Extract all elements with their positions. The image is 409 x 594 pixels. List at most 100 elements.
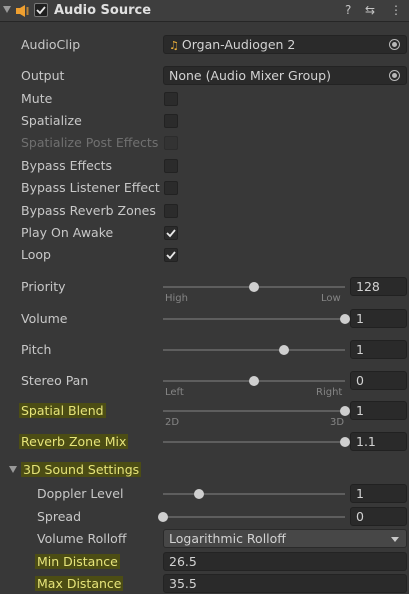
spread-slider-knob[interactable] xyxy=(158,512,168,522)
pitch-value-field[interactable]: 1 xyxy=(350,340,407,359)
toggle-row-loop: Loop xyxy=(0,245,409,265)
spatialize-post-effects-label: Spatialize Post Effects xyxy=(21,135,159,150)
bypass-effects-checkbox[interactable] xyxy=(164,159,178,173)
bypass-listener-effect-label: Bypass Listener Effect xyxy=(21,180,160,195)
toggle-row-bypass-reverb: Bypass Reverb Zones xyxy=(0,201,409,221)
pitch-slider-knob[interactable] xyxy=(279,345,290,355)
spatial-blend-label: Spatial Blend xyxy=(19,403,106,418)
presets-icon[interactable]: ⇆ xyxy=(365,3,375,17)
volume-label: Volume xyxy=(21,311,68,326)
volume-rolloff-label: Volume Rolloff xyxy=(37,531,127,546)
spatial-blend-row: Spatial Blend 2D 3D 1 xyxy=(0,401,409,431)
output-field[interactable]: None (Audio Mixer Group) xyxy=(163,66,407,85)
component-enabled-checkbox[interactable] xyxy=(34,3,48,17)
play-on-awake-checkbox[interactable] xyxy=(164,226,178,240)
toggle-row-mute: Mute xyxy=(0,89,409,109)
doppler-level-slider-knob[interactable] xyxy=(194,489,205,499)
min-distance-row: Min Distance 26.5 xyxy=(0,552,409,572)
priority-value-field[interactable]: 128 xyxy=(350,277,407,296)
spatialize-label: Spatialize xyxy=(21,113,82,128)
play-on-awake-label: Play On Awake xyxy=(21,225,114,240)
reverb-zone-mix-value-field[interactable]: 1.1 xyxy=(350,432,407,451)
stereo-pan-row: Stereo Pan Left Right 0 xyxy=(0,371,409,401)
pitch-label: Pitch xyxy=(21,342,52,357)
audioclip-field[interactable]: ♫ Organ-Audiogen 2 xyxy=(163,35,407,54)
foldout-arrow-icon[interactable] xyxy=(3,6,11,13)
checkmark-icon xyxy=(166,251,176,260)
bypass-listener-effect-checkbox[interactable] xyxy=(164,181,178,195)
component-header[interactable]: Audio Source ? ⇆ ⋮ xyxy=(0,0,409,22)
loop-label: Loop xyxy=(21,247,51,262)
reverb-zone-mix-slider-track[interactable] xyxy=(163,437,350,447)
volume-slider-track[interactable] xyxy=(163,314,350,324)
output-label: Output xyxy=(21,68,65,83)
chevron-down-icon xyxy=(391,537,399,542)
help-icon[interactable]: ? xyxy=(345,3,351,17)
priority-row: Priority High Low 128 xyxy=(0,277,409,307)
min-distance-field[interactable]: 26.5 xyxy=(163,552,407,571)
reverb-zone-mix-row: Reverb Zone Mix 1.1 xyxy=(0,432,409,452)
pitch-slider-track[interactable] xyxy=(163,345,345,355)
volume-rolloff-value: Logarithmic Rolloff xyxy=(169,531,286,546)
object-picker-icon[interactable] xyxy=(389,39,400,50)
3d-sound-settings-foldout[interactable]: 3D Sound Settings xyxy=(0,460,409,480)
spatial-blend-min-caption: 2D xyxy=(165,417,180,428)
doppler-level-label: Doppler Level xyxy=(37,486,124,501)
max-distance-field[interactable]: 35.5 xyxy=(163,574,407,593)
foldout-arrow-icon[interactable] xyxy=(9,466,17,473)
spread-value-field[interactable]: 0 xyxy=(350,507,407,526)
spatial-blend-max-caption: 3D xyxy=(330,417,345,428)
doppler-level-slider-track[interactable] xyxy=(163,489,345,499)
stereo-pan-label: Stereo Pan xyxy=(21,373,89,388)
doppler-level-row: Doppler Level 1 xyxy=(0,484,409,504)
toggle-row-spatialize: Spatialize xyxy=(0,111,409,131)
audioclip-label: AudioClip xyxy=(21,37,81,52)
mute-checkbox[interactable] xyxy=(164,92,178,106)
reverb-zone-mix-slider-knob[interactable] xyxy=(340,437,350,447)
checkmark-icon xyxy=(36,6,46,15)
priority-min-caption: High xyxy=(165,293,188,304)
volume-rolloff-dropdown[interactable]: Logarithmic Rolloff xyxy=(163,529,407,548)
reverb-zone-mix-label: Reverb Zone Mix xyxy=(19,434,129,449)
context-menu-icon[interactable]: ⋮ xyxy=(390,3,402,17)
spatial-blend-slider-knob[interactable] xyxy=(340,406,350,416)
music-note-icon: ♫ xyxy=(169,39,179,52)
doppler-level-value-field[interactable]: 1 xyxy=(350,484,407,503)
stereo-pan-slider-track[interactable] xyxy=(163,376,345,386)
bypass-reverb-zones-label: Bypass Reverb Zones xyxy=(21,203,156,218)
spatial-blend-value-field[interactable]: 1 xyxy=(350,401,407,420)
spread-row: Spread 0 xyxy=(0,507,409,527)
audio-source-inspector: Audio Source ? ⇆ ⋮ AudioClip ♫ Organ-Audi… xyxy=(0,0,409,593)
toggle-row-spatialize-post: Spatialize Post Effects xyxy=(0,133,409,153)
spatialize-checkbox[interactable] xyxy=(164,114,178,128)
audioclip-row: AudioClip ♫ Organ-Audiogen 2 xyxy=(0,35,409,55)
volume-value-field[interactable]: 1 xyxy=(350,309,407,328)
stereo-pan-value-field[interactable]: 0 xyxy=(350,371,407,390)
volume-rolloff-row: Volume Rolloff Logarithmic Rolloff xyxy=(0,529,409,549)
priority-label: Priority xyxy=(21,279,66,294)
stereo-pan-max-caption: Right xyxy=(316,387,343,398)
volume-slider-knob[interactable] xyxy=(340,314,350,324)
stereo-pan-min-caption: Left xyxy=(165,387,184,398)
toggle-row-bypass-listener: Bypass Listener Effect xyxy=(0,178,409,198)
priority-slider-knob[interactable] xyxy=(249,282,259,292)
min-distance-label: Min Distance xyxy=(35,554,120,569)
bypass-reverb-zones-checkbox[interactable] xyxy=(164,204,178,218)
max-distance-label: Max Distance xyxy=(35,576,124,591)
output-row: Output None (Audio Mixer Group) xyxy=(0,66,409,86)
loop-checkbox[interactable] xyxy=(164,248,178,262)
speaker-icon xyxy=(16,5,29,17)
bypass-effects-label: Bypass Effects xyxy=(21,158,113,173)
checkmark-icon xyxy=(166,229,176,238)
audioclip-value: Organ-Audiogen 2 xyxy=(181,37,296,52)
stereo-pan-slider-knob[interactable] xyxy=(249,376,259,386)
output-value: None (Audio Mixer Group) xyxy=(169,68,331,83)
priority-slider-track[interactable] xyxy=(163,282,345,292)
volume-row: Volume 1 xyxy=(0,309,409,329)
spread-label: Spread xyxy=(37,509,82,524)
object-picker-icon[interactable] xyxy=(389,70,400,81)
spatial-blend-slider-track[interactable] xyxy=(163,406,350,416)
mute-label: Mute xyxy=(21,91,53,106)
spread-slider-track[interactable] xyxy=(158,512,345,522)
spatialize-post-effects-checkbox xyxy=(164,136,178,150)
